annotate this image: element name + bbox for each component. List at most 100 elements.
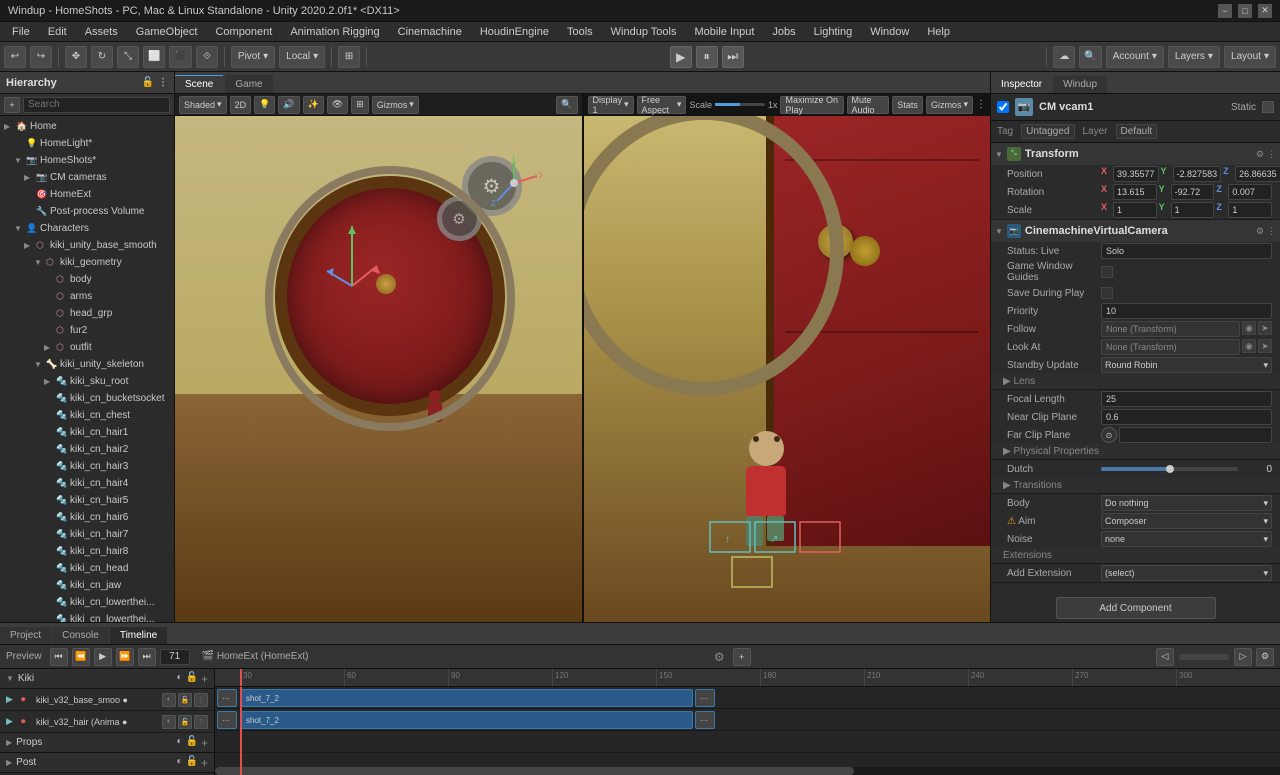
tree-item-3[interactable]: ▶ 📷 CM cameras [0, 169, 174, 186]
tree-item-8[interactable]: ▼ ⬡ kiki_geometry [0, 254, 174, 271]
2d-button[interactable]: 2D [230, 96, 252, 114]
shading-dropdown[interactable]: Shaded ▾ [179, 96, 227, 114]
timeline-scrollbar[interactable] [215, 767, 1280, 775]
tree-item-6[interactable]: ▼ 👤 Characters [0, 220, 174, 237]
aspect-dropdown[interactable]: Free Aspect ▾ [637, 96, 687, 114]
far-clip-icon[interactable]: ⊙ [1101, 427, 1117, 443]
play-button[interactable]: ▶ [670, 46, 692, 68]
tree-item-2[interactable]: ▼ 📷 HomeShots* [0, 152, 174, 169]
menu-item-mobile-input[interactable]: Mobile Input [686, 24, 762, 40]
tree-item-13[interactable]: ▶ ⬡ outfit [0, 339, 174, 356]
tree-item-1[interactable]: 💡 HomeLight* [0, 135, 174, 152]
tree-item-5[interactable]: 🔧 Post-process Volume [0, 203, 174, 220]
gizmos-dropdown[interactable]: Gizmos ▾ [372, 96, 419, 114]
tree-item-14[interactable]: ▼ 🦴 kiki_unity_skeleton [0, 356, 174, 373]
move-tool[interactable]: ✥ [65, 46, 87, 68]
transform-more-btn[interactable]: ⋮ [1267, 149, 1276, 160]
tab-game[interactable]: Game [225, 75, 272, 93]
tree-item-10[interactable]: ⬡ arms [0, 288, 174, 305]
gwg-checkbox[interactable] [1101, 266, 1113, 278]
tree-item-27[interactable]: 🔩 kiki_cn_jaw [0, 577, 174, 594]
menu-item-lighting[interactable]: Lighting [806, 24, 861, 40]
props-add-track-btn[interactable]: + [201, 736, 208, 750]
tl-zoom-in-btn[interactable]: ◁ [1156, 648, 1174, 666]
kiki-mute-icon[interactable]: ◐ [176, 672, 182, 686]
tab-inspector[interactable]: Inspector [991, 76, 1052, 93]
status-field[interactable]: Solo [1101, 243, 1272, 259]
standby-dropdown[interactable]: Round Robin ▾ [1101, 357, 1272, 373]
scale-slider[interactable] [715, 103, 765, 106]
tab-timeline[interactable]: Timeline [110, 627, 167, 644]
follow-select-btn[interactable]: ➤ [1258, 321, 1272, 335]
tree-item-7[interactable]: ▶ ⬡ kiki_unity_base_smooth [0, 237, 174, 254]
tree-item-9[interactable]: ⬡ body [0, 271, 174, 288]
tree-item-21[interactable]: 🔩 kiki_cn_hair4 [0, 475, 174, 492]
noise-dropdown[interactable]: none ▾ [1101, 531, 1272, 547]
scene-audio-btn[interactable]: 🔊 [278, 96, 299, 114]
close-button[interactable]: ✕ [1258, 4, 1272, 18]
tree-item-25[interactable]: 🔩 kiki_cn_hair8 [0, 543, 174, 560]
frame-input[interactable]: 71 [160, 649, 190, 665]
lookat-select-btn[interactable]: ➤ [1258, 339, 1272, 353]
pause-button[interactable]: ⏸ [696, 46, 718, 68]
tab-windup[interactable]: Windup [1053, 76, 1107, 93]
rot-x-field[interactable]: 13.615 [1113, 184, 1157, 200]
object-active-checkbox[interactable] [997, 101, 1009, 113]
cinemachine-header[interactable]: ▼ 📷 CinemachineVirtualCamera ⚙ ⋮ [991, 220, 1280, 242]
layer-value[interactable]: Default [1116, 124, 1158, 139]
track-1-mute-btn[interactable]: ◐ [162, 693, 176, 707]
tl-next-end-btn[interactable]: ⏭ [138, 648, 156, 666]
far-clip-field[interactable] [1119, 427, 1272, 443]
tree-item-17[interactable]: 🔩 kiki_cn_chest [0, 407, 174, 424]
custom-tool[interactable]: ⟐ [196, 46, 218, 68]
cloud-button[interactable]: ☁ [1053, 46, 1075, 68]
clip-main-2[interactable]: shot_7_2 [241, 711, 693, 729]
grid-btn[interactable]: ⊞ [338, 46, 360, 68]
rot-z-field[interactable]: 0.007 [1228, 184, 1272, 200]
sc-y-field[interactable]: 1 [1171, 202, 1215, 218]
physical-arrow[interactable]: ▶ [1003, 446, 1013, 457]
transitions-arrow[interactable]: ▶ [1003, 480, 1013, 491]
kiki-add-track-btn[interactable]: + [201, 672, 208, 686]
menu-item-file[interactable]: File [4, 24, 38, 40]
post-lock-icon[interactable]: 🔓 [186, 756, 198, 770]
tl-play-btn[interactable]: ▶ [94, 648, 112, 666]
body-dropdown[interactable]: Do nothing ▾ [1101, 495, 1272, 511]
timeline-settings-icon[interactable]: ⚙ [714, 650, 725, 664]
follow-pick-btn[interactable]: ◉ [1242, 321, 1256, 335]
track-2-more-btn[interactable]: ⋮ [194, 715, 208, 729]
tab-project[interactable]: Project [0, 627, 51, 644]
tree-item-24[interactable]: 🔩 kiki_cn_hair7 [0, 526, 174, 543]
menu-item-windup-tools[interactable]: Windup Tools [603, 24, 685, 40]
tree-item-29[interactable]: 🔩 kiki_cn_lowerthei... [0, 611, 174, 622]
post-section-arrow[interactable]: ▶ [6, 758, 12, 767]
scene-lighting-btn[interactable]: 💡 [254, 96, 275, 114]
tl-cog-btn[interactable]: ⚙ [1256, 648, 1274, 666]
menu-item-houdinengine[interactable]: HoudinEngine [472, 24, 557, 40]
tree-item-18[interactable]: 🔩 kiki_cn_hair1 [0, 424, 174, 441]
lookat-pick-btn[interactable]: ◉ [1242, 339, 1256, 353]
account-dropdown[interactable]: Account ▾ [1106, 46, 1164, 68]
tree-item-23[interactable]: 🔩 kiki_cn_hair6 [0, 509, 174, 526]
redo-button[interactable]: ↪ [30, 46, 52, 68]
tree-item-12[interactable]: ⬡ fur2 [0, 322, 174, 339]
local-dropdown[interactable]: Local ▾ [279, 46, 325, 68]
menu-item-animation-rigging[interactable]: Animation Rigging [282, 24, 387, 40]
add-ext-dropdown[interactable]: (select) ▾ [1101, 565, 1272, 581]
clip-main-1[interactable]: shot_7_2 [241, 689, 693, 707]
focal-length-field[interactable]: 25 [1101, 391, 1272, 407]
priority-field[interactable]: 10 [1101, 303, 1272, 319]
transform-header[interactable]: ▼ ⤡ Transform ⚙ ⋮ [991, 143, 1280, 165]
game-gizmos-dropdown[interactable]: Gizmos ▾ [926, 96, 973, 114]
tab-console[interactable]: Console [52, 627, 109, 644]
search-button[interactable]: 🔍 [1079, 46, 1101, 68]
game-more-icon[interactable]: ⋮ [976, 99, 986, 110]
track-2-lock-btn[interactable]: 🔓 [178, 715, 192, 729]
tl-next-btn[interactable]: ⏩ [116, 648, 134, 666]
lens-arrow[interactable]: ▶ [1003, 376, 1013, 387]
track-2-mute-btn[interactable]: ◐ [162, 715, 176, 729]
sc-z-field[interactable]: 1 [1228, 202, 1272, 218]
transform-settings-btn[interactable]: ⚙ [1256, 149, 1264, 160]
mute-audio-btn[interactable]: Mute Audio [847, 96, 890, 114]
props-mute-icon[interactable]: ◐ [176, 736, 182, 750]
